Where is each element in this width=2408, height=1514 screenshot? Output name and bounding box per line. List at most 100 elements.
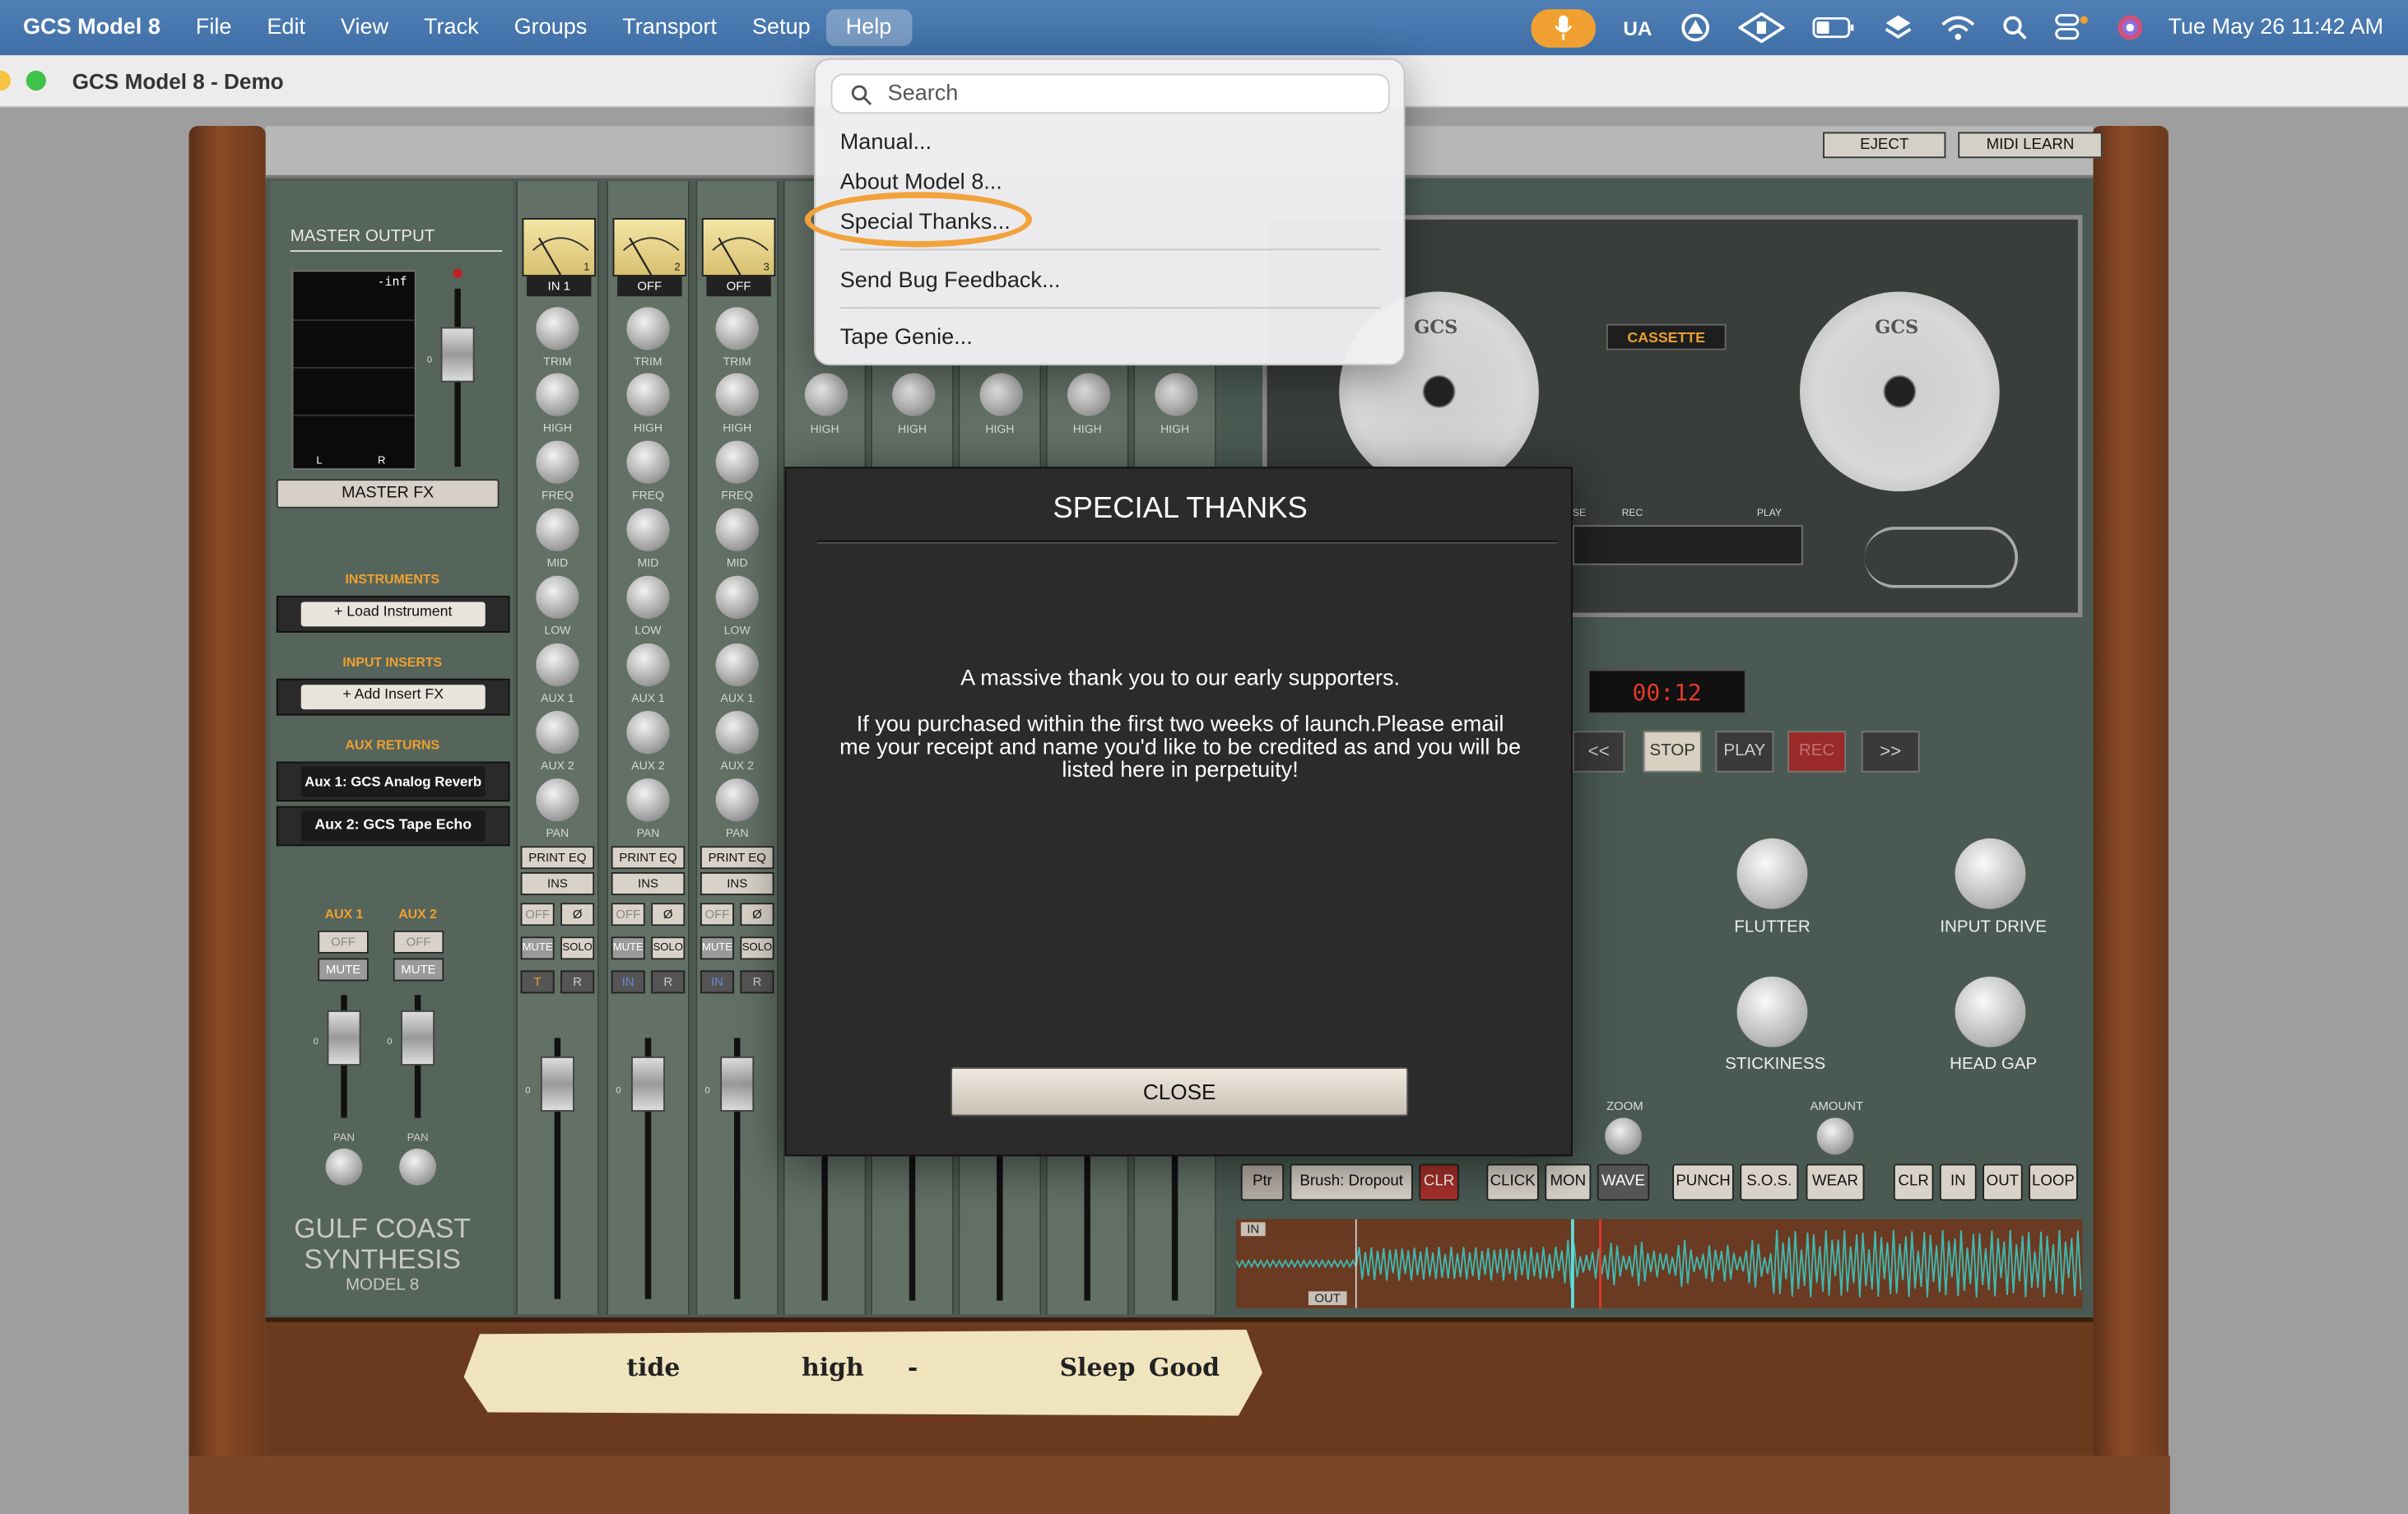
channel-2-trim-knob[interactable] bbox=[626, 307, 670, 351]
eject-button[interactable]: EJECT bbox=[1823, 132, 1946, 159]
channel-3-mid-knob[interactable] bbox=[715, 508, 759, 551]
zoom-knob[interactable] bbox=[1605, 1117, 1642, 1155]
aux1-pan-knob[interactable] bbox=[325, 1148, 363, 1186]
menu-item-tape-genie[interactable]: Tape Genie... bbox=[840, 326, 973, 351]
channel-1-off-button[interactable]: OFF bbox=[520, 903, 555, 927]
zoom-button[interactable] bbox=[26, 70, 46, 91]
channel-1-freq-knob[interactable] bbox=[536, 440, 579, 484]
channel-1-trim-knob[interactable] bbox=[536, 307, 579, 351]
midi-learn-button[interactable]: MIDI LEARN bbox=[1958, 132, 2103, 159]
channel-3-fader[interactable] bbox=[720, 1056, 755, 1112]
channel-2-aux1-knob[interactable] bbox=[626, 643, 670, 687]
channel-3-input-select[interactable]: OFF bbox=[706, 276, 771, 297]
channel-2-pan-knob[interactable] bbox=[626, 778, 670, 822]
loop-out-button[interactable]: OUT bbox=[1983, 1163, 2023, 1201]
channel-1-low-knob[interactable] bbox=[536, 575, 579, 620]
channel-2-ins-button[interactable]: INS bbox=[611, 871, 686, 895]
close-button[interactable]: CLOSE bbox=[951, 1066, 1409, 1117]
channel-2-solo-button[interactable]: SOLO bbox=[651, 936, 686, 960]
play-button[interactable]: PLAY bbox=[1715, 731, 1774, 773]
menu-groups[interactable]: Groups bbox=[514, 16, 588, 40]
channel-3-aux1-knob[interactable] bbox=[715, 643, 759, 687]
battery-icon[interactable] bbox=[1811, 16, 1855, 39]
channel-1-solo-button[interactable]: SOLO bbox=[560, 936, 595, 960]
load-instrument-button[interactable]: + Load Instrument bbox=[300, 601, 486, 627]
menu-view[interactable]: View bbox=[341, 16, 388, 40]
channel-3-mute-button[interactable]: MUTE bbox=[700, 936, 734, 960]
loop-in-button[interactable]: IN bbox=[1939, 1163, 1977, 1201]
uad-icon[interactable] bbox=[1680, 12, 1710, 43]
loop-clear-button[interactable]: CLR bbox=[1893, 1163, 1934, 1201]
aux1-mute-button[interactable]: MUTE bbox=[318, 958, 369, 982]
input-drive-knob[interactable] bbox=[1955, 838, 2026, 909]
channel-3-aux2-knob[interactable] bbox=[715, 711, 759, 755]
ua-status[interactable]: UA bbox=[1623, 16, 1652, 39]
control-center-icon[interactable] bbox=[2054, 14, 2088, 42]
menu-help[interactable]: Help bbox=[825, 9, 912, 46]
channel-3-ins-button[interactable]: INS bbox=[700, 871, 774, 895]
channel-1-pan-knob[interactable] bbox=[536, 778, 579, 822]
rewind-button[interactable]: << bbox=[1572, 731, 1625, 773]
channel-2-mute-button[interactable]: MUTE bbox=[611, 936, 645, 960]
channel-2-low-knob[interactable] bbox=[626, 575, 670, 620]
channel-3-pan-knob[interactable] bbox=[715, 778, 759, 822]
menu-item-send-bug-feedback[interactable]: Send Bug Feedback... bbox=[840, 269, 1061, 294]
channel-3-freq-knob[interactable] bbox=[715, 440, 759, 484]
siri-icon[interactable] bbox=[2116, 14, 2144, 42]
channel-2-print-eq-button[interactable]: PRINT EQ bbox=[611, 846, 686, 870]
ch6-high-knob[interactable] bbox=[979, 373, 1023, 416]
channel-2-r-button[interactable]: R bbox=[651, 970, 686, 994]
ch5-high-knob[interactable] bbox=[892, 373, 936, 416]
channel-3-input-mode-button[interactable]: IN bbox=[700, 970, 734, 994]
channel-3-r-button[interactable]: R bbox=[740, 970, 774, 994]
channel-3-low-knob[interactable] bbox=[715, 575, 759, 620]
channel-2-mid-knob[interactable] bbox=[626, 508, 670, 551]
wave-button[interactable]: WAVE bbox=[1597, 1163, 1650, 1201]
brush-clear-button[interactable]: CLR bbox=[1419, 1163, 1459, 1201]
layers-icon[interactable] bbox=[1882, 12, 1913, 43]
amount-knob[interactable] bbox=[1816, 1117, 1854, 1155]
record-button[interactable]: REC bbox=[1787, 731, 1847, 773]
channel-1-r-button[interactable]: R bbox=[560, 970, 595, 994]
loop-out-marker[interactable]: OUT bbox=[1308, 1291, 1347, 1306]
channel-1-mute-button[interactable]: MUTE bbox=[520, 936, 555, 960]
help-search-input[interactable]: Search bbox=[830, 73, 1390, 114]
aux1-off-button[interactable]: OFF bbox=[318, 930, 369, 954]
brush-dropout-button[interactable]: Brush: Dropout bbox=[1290, 1163, 1413, 1201]
channel-2-phase-button[interactable]: Ø bbox=[651, 903, 686, 927]
ch8-high-knob[interactable] bbox=[1155, 373, 1198, 416]
menu-edit[interactable]: Edit bbox=[267, 16, 305, 40]
channel-1-high-knob[interactable] bbox=[536, 373, 579, 416]
wifi-icon[interactable] bbox=[1941, 16, 1974, 40]
channel-2-input-select[interactable]: OFF bbox=[617, 276, 682, 297]
channel-2-high-knob[interactable] bbox=[626, 373, 670, 416]
flutter-knob[interactable] bbox=[1736, 838, 1808, 909]
channel-2-off-button[interactable]: OFF bbox=[611, 903, 645, 927]
channel-3-solo-button[interactable]: SOLO bbox=[740, 936, 774, 960]
channel-1-print-eq-button[interactable]: PRINT EQ bbox=[520, 846, 595, 870]
connect-icon[interactable] bbox=[1737, 12, 1784, 44]
pointer-tool-button[interactable]: Ptr bbox=[1240, 1163, 1285, 1201]
click-button[interactable]: CLICK bbox=[1486, 1163, 1539, 1201]
aux1-return-button[interactable]: Aux 1: GCS Analog Reverb bbox=[300, 766, 486, 797]
channel-2-freq-knob[interactable] bbox=[626, 440, 670, 484]
aux2-fader[interactable] bbox=[401, 1010, 435, 1066]
channel-3-off-button[interactable]: OFF bbox=[700, 903, 734, 927]
channel-1-input-select[interactable]: IN 1 bbox=[527, 276, 592, 297]
aux1-fader[interactable] bbox=[327, 1010, 361, 1066]
channel-1-phase-button[interactable]: Ø bbox=[560, 903, 595, 927]
menu-setup[interactable]: Setup bbox=[752, 16, 811, 40]
channel-3-phase-button[interactable]: Ø bbox=[740, 903, 774, 927]
channel-1-input-mode-button[interactable]: T bbox=[520, 970, 555, 994]
menu-transport[interactable]: Transport bbox=[622, 16, 717, 40]
fast-forward-button[interactable]: >> bbox=[1861, 731, 1920, 773]
channel-1-aux2-knob[interactable] bbox=[536, 711, 579, 755]
search-icon[interactable] bbox=[2002, 16, 2027, 40]
punch-button[interactable]: PUNCH bbox=[1672, 1163, 1734, 1201]
menu-item-manual[interactable]: Manual... bbox=[840, 131, 932, 156]
ch4-high-knob[interactable] bbox=[804, 373, 848, 416]
aux2-off-button[interactable]: OFF bbox=[393, 930, 444, 954]
loop-in-marker[interactable]: IN bbox=[1240, 1222, 1266, 1237]
channel-2-fader[interactable] bbox=[630, 1056, 666, 1112]
channel-1-aux1-knob[interactable] bbox=[536, 643, 579, 687]
